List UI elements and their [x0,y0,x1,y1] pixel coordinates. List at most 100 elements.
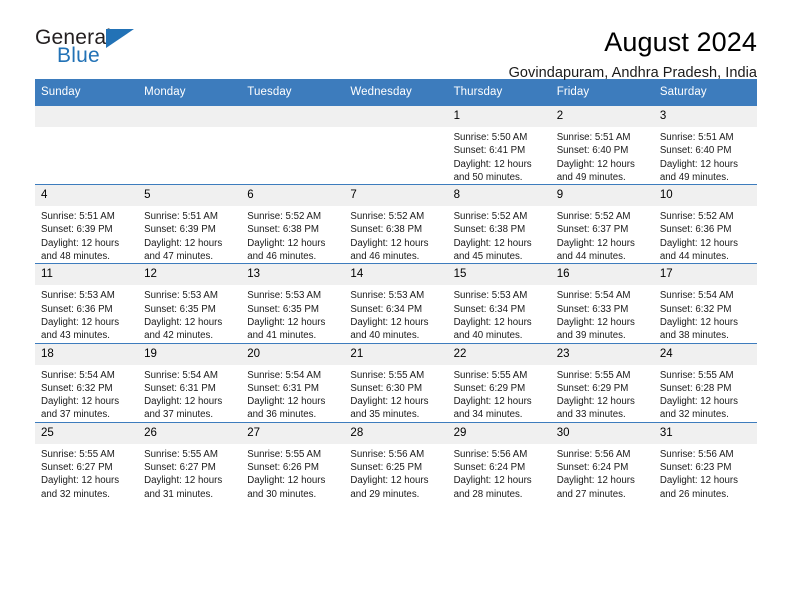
daylight-text: Daylight: 12 hours [453,316,532,328]
day-details: Sunrise: 5:53 AM Sunset: 6:35 PM Daylight:… [241,285,344,342]
calendar-cell-empty [35,106,139,185]
calendar-day-cell[interactable]: 6 Sunrise: 5:52 AM Sunset: 6:38 PM Daylight… [241,184,345,264]
daylight-text-cont: and 30 minutes. [247,488,317,500]
sunset-text: Sunset: 6:37 PM [556,224,629,236]
daylight-text-cont: and 32 minutes. [659,409,729,421]
calendar-day-cell[interactable]: 11 Sunrise: 5:53 AM Sunset: 6:36 PM Dayligh… [35,263,139,344]
calendar-day-cell[interactable]: 18 Sunrise: 5:54 AM Sunset: 6:32 PM Dayligh… [35,342,139,423]
day-details: Sunrise: 5:54 AM Sunset: 6:31 PM Daylight:… [241,365,344,422]
sunrise-text: Sunrise: 5:54 AM [556,290,631,302]
calendar-day-cell[interactable]: 27 Sunrise: 5:55 AM Sunset: 6:26 PM Dayligh… [241,421,345,501]
day-details: Sunrise: 5:53 AM Sunset: 6:36 PM Daylight:… [35,285,138,342]
sunrise-text: Sunrise: 5:55 AM [247,448,322,460]
daylight-text-cont: and 50 minutes. [453,171,523,183]
day-number: 27 [241,422,345,444]
sunset-text: Sunset: 6:40 PM [659,145,732,157]
calendar-week-row: 25 Sunrise: 5:55 AM Sunset: 6:27 PM Dayligh… [35,421,757,501]
day-number: 21 [344,343,448,365]
weekday-header-tuesday: Tuesday [241,79,345,106]
daylight-text-cont: and 44 minutes. [556,251,626,263]
calendar-day-cell[interactable]: 26 Sunrise: 5:55 AM Sunset: 6:27 PM Dayligh… [138,421,242,501]
day-number: 12 [138,264,242,286]
sunrise-text: Sunrise: 5:52 AM [350,211,425,223]
calendar-day-cell[interactable]: 31 Sunrise: 5:56 AM Sunset: 6:23 PM Dayligh… [653,421,757,501]
title-block: August 2024 Govindapuram, Andhra Pradesh… [155,26,757,83]
daylight-text-cont: and 41 minutes. [247,330,317,342]
daylight-text: Daylight: 12 hours [247,316,326,328]
calendar-day-cell[interactable]: 21 Sunrise: 5:55 AM Sunset: 6:30 PM Dayligh… [344,342,448,423]
general-blue-logo[interactable]: General Blue [35,26,155,74]
calendar-day-cell[interactable]: 3 Sunrise: 5:51 AM Sunset: 6:40 PM Daylight… [653,106,757,185]
day-details: Sunrise: 5:56 AM Sunset: 6:24 PM Daylight:… [551,444,654,501]
sunset-text: Sunset: 6:26 PM [247,462,319,474]
calendar-day-cell[interactable]: 14 Sunrise: 5:53 AM Sunset: 6:34 PM Dayligh… [344,263,448,344]
day-details: Sunrise: 5:55 AM Sunset: 6:27 PM Daylight:… [35,444,138,501]
calendar-day-cell[interactable]: 2 Sunrise: 5:51 AM Sunset: 6:40 PM Daylight… [550,106,654,185]
calendar-day-cell[interactable]: 16 Sunrise: 5:54 AM Sunset: 6:33 PM Dayligh… [550,263,654,344]
calendar-day-cell[interactable]: 19 Sunrise: 5:54 AM Sunset: 6:31 PM Dayligh… [138,342,242,423]
calendar-day-cell[interactable]: 7 Sunrise: 5:52 AM Sunset: 6:38 PM Daylight… [344,184,448,264]
daylight-text-cont: and 40 minutes. [350,330,420,342]
day-details: Sunrise: 5:53 AM Sunset: 6:35 PM Daylight:… [138,285,241,342]
day-details: Sunrise: 5:55 AM Sunset: 6:29 PM Daylight:… [551,365,654,422]
sunset-text: Sunset: 6:30 PM [350,382,423,394]
day-number: 7 [344,185,448,207]
sunrise-text: Sunrise: 5:51 AM [144,211,218,223]
sunrise-text: Sunrise: 5:53 AM [41,290,115,302]
daylight-text-cont: and 45 minutes. [453,251,523,263]
day-details: Sunrise: 5:51 AM Sunset: 6:40 PM Daylight:… [551,127,654,184]
sunrise-text: Sunrise: 5:55 AM [41,448,115,460]
daylight-text: Daylight: 12 hours [247,475,326,487]
day-details: Sunrise: 5:52 AM Sunset: 6:36 PM Daylight:… [654,206,757,263]
calendar-day-cell[interactable]: 23 Sunrise: 5:55 AM Sunset: 6:29 PM Dayligh… [550,342,654,423]
calendar-day-cell[interactable]: 25 Sunrise: 5:55 AM Sunset: 6:27 PM Dayligh… [35,421,139,501]
sunset-text: Sunset: 6:29 PM [453,382,526,394]
sunrise-text: Sunrise: 5:55 AM [556,369,631,381]
day-number: 10 [653,185,757,207]
calendar-day-cell[interactable]: 12 Sunrise: 5:53 AM Sunset: 6:35 PM Dayligh… [138,263,242,344]
sunrise-text: Sunrise: 5:51 AM [556,132,631,143]
sunrise-text: Sunrise: 5:52 AM [659,211,734,223]
calendar-day-cell[interactable]: 20 Sunrise: 5:54 AM Sunset: 6:31 PM Dayligh… [241,342,345,423]
sunrise-text: Sunrise: 5:52 AM [247,211,322,223]
day-number: 15 [447,264,551,286]
calendar-day-cell[interactable]: 24 Sunrise: 5:55 AM Sunset: 6:28 PM Dayligh… [653,342,757,423]
sunrise-text: Sunrise: 5:53 AM [247,290,322,302]
sunset-text: Sunset: 6:40 PM [556,145,629,157]
daylight-text-cont: and 28 minutes. [453,488,523,500]
day-number: 23 [550,343,654,365]
calendar-day-cell[interactable]: 29 Sunrise: 5:56 AM Sunset: 6:24 PM Dayligh… [447,421,551,501]
calendar-day-cell[interactable]: 9 Sunrise: 5:52 AM Sunset: 6:37 PM Daylight… [550,184,654,264]
daylight-text: Daylight: 12 hours [350,237,429,249]
daylight-text: Daylight: 12 hours [659,396,738,408]
sunrise-text: Sunrise: 5:52 AM [453,211,528,223]
day-number: 16 [550,264,654,286]
calendar-day-cell[interactable]: 4 Sunrise: 5:51 AM Sunset: 6:39 PM Daylight… [35,184,139,264]
sunrise-text: Sunrise: 5:55 AM [453,369,528,381]
day-number: 28 [344,422,448,444]
sunrise-text: Sunrise: 5:56 AM [556,448,631,460]
calendar-day-cell[interactable]: 15 Sunrise: 5:53 AM Sunset: 6:34 PM Dayligh… [447,263,551,344]
weekday-header-sunday: Sunday [35,79,139,106]
calendar-day-cell[interactable]: 5 Sunrise: 5:51 AM Sunset: 6:39 PM Daylight… [138,184,242,264]
calendar-day-cell[interactable]: 13 Sunrise: 5:53 AM Sunset: 6:35 PM Dayligh… [241,263,345,344]
calendar-day-cell[interactable]: 8 Sunrise: 5:52 AM Sunset: 6:38 PM Daylight… [447,184,551,264]
calendar-cell-empty [138,106,242,185]
sunset-text: Sunset: 6:35 PM [144,303,216,315]
daylight-text-cont: and 44 minutes. [659,251,729,263]
calendar-day-cell[interactable]: 30 Sunrise: 5:56 AM Sunset: 6:24 PM Dayligh… [550,421,654,501]
calendar-day-cell[interactable]: 17 Sunrise: 5:54 AM Sunset: 6:32 PM Dayligh… [653,263,757,344]
blue-triangle-flag-icon [106,29,134,48]
page-header: General Blue August 2024 Govindapuram, A… [35,0,757,81]
daylight-text-cont: and 37 minutes. [41,409,110,421]
calendar-day-cell[interactable]: 28 Sunrise: 5:56 AM Sunset: 6:25 PM Dayligh… [344,421,448,501]
day-number: 19 [138,343,242,365]
calendar-day-cell[interactable]: 22 Sunrise: 5:55 AM Sunset: 6:29 PM Dayligh… [447,342,551,423]
daylight-text-cont: and 34 minutes. [453,409,523,421]
daylight-text-cont: and 27 minutes. [556,488,626,500]
calendar-day-cell[interactable]: 10 Sunrise: 5:52 AM Sunset: 6:36 PM Dayligh… [653,184,757,264]
calendar-day-cell[interactable]: 1 Sunrise: 5:50 AM Sunset: 6:41 PM Daylight… [447,106,551,185]
calendar-cell-empty [241,106,345,185]
day-details: Sunrise: 5:56 AM Sunset: 6:24 PM Daylight:… [448,444,551,501]
day-number: 22 [447,343,551,365]
